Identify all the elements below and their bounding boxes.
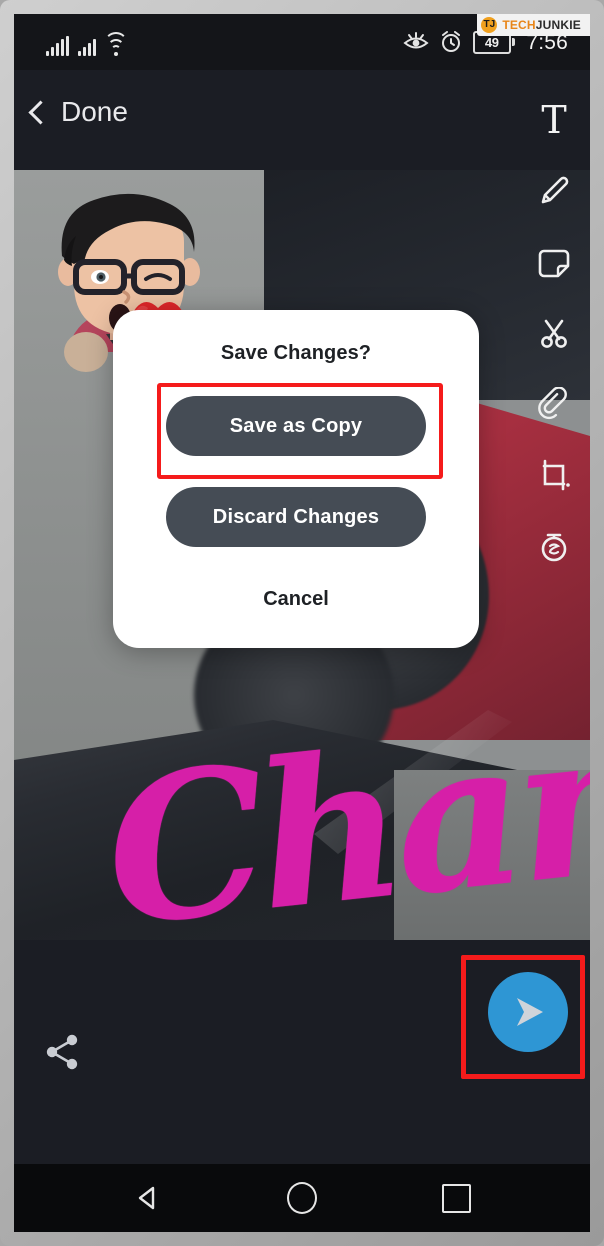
- draw-tool-button[interactable]: [532, 169, 576, 212]
- alarm-clock-icon: [441, 31, 460, 52]
- edit-toolbar: T: [518, 70, 590, 568]
- square-recents-icon: [441, 1183, 471, 1213]
- stopwatch-tool-button[interactable]: [532, 525, 576, 568]
- cellular-signal-icon-2: [78, 36, 96, 56]
- script-text-overlay[interactable]: Chanel: [96, 661, 590, 940]
- app-header: Done: [14, 70, 590, 170]
- paperclip-tool-button[interactable]: [532, 383, 576, 426]
- pencil-icon: [541, 176, 569, 204]
- send-arrow-icon: [517, 998, 543, 1026]
- eye-care-icon: [403, 32, 429, 49]
- status-left-icons: [46, 30, 128, 56]
- save-as-copy-button[interactable]: Save as Copy: [166, 396, 426, 456]
- watermark-junkie: JUNKIE: [535, 18, 581, 32]
- techjunkie-watermark: TJ TECHJUNKIE: [477, 14, 590, 36]
- share-button[interactable]: [38, 1028, 86, 1076]
- stopwatch-icon: [541, 534, 567, 562]
- watermark-text: TECHJUNKIE: [502, 19, 581, 31]
- paperclip-icon: [538, 387, 567, 420]
- device-frame: Chanel 49 7:56 TJ TECHJUNKIE Done T Save…: [0, 0, 604, 1246]
- scissors-tool-button[interactable]: [532, 311, 576, 354]
- nav-recents-button[interactable]: [433, 1175, 479, 1221]
- watermark-tech: TECH: [502, 18, 536, 32]
- sticker-tool-button[interactable]: [532, 240, 576, 283]
- battery-level: 49: [484, 34, 499, 50]
- techjunkie-logo-icon: TJ: [481, 17, 498, 33]
- wifi-icon: [104, 32, 128, 56]
- send-button[interactable]: [488, 972, 568, 1052]
- circle-home-icon: [287, 1182, 317, 1214]
- cellular-signal-icon: [46, 36, 69, 56]
- bottom-bar: [14, 940, 590, 1164]
- crop-icon: [542, 459, 570, 491]
- save-changes-dialog: Save Changes? Save as Copy Discard Chang…: [113, 310, 479, 648]
- sticker-icon: [538, 249, 570, 278]
- crop-tool-button[interactable]: [532, 454, 576, 497]
- discard-changes-button[interactable]: Discard Changes: [166, 487, 426, 547]
- done-label: Done: [61, 96, 128, 127]
- dialog-title: Save Changes?: [220, 342, 372, 364]
- scissors-icon: [541, 319, 567, 348]
- nav-home-button[interactable]: [279, 1175, 325, 1221]
- android-nav-bar: [14, 1164, 590, 1232]
- cancel-button[interactable]: Cancel: [113, 588, 479, 611]
- chevron-left-icon: [28, 99, 53, 125]
- share-icon: [46, 1034, 78, 1070]
- text-tool-button[interactable]: T: [532, 98, 576, 141]
- nav-back-button[interactable]: [125, 1175, 171, 1221]
- text-icon: T: [541, 97, 567, 142]
- screen: Chanel 49 7:56 TJ TECHJUNKIE Done T Save…: [14, 14, 590, 1232]
- done-button[interactable]: Done: [28, 96, 128, 127]
- triangle-back-icon: [138, 1186, 155, 1210]
